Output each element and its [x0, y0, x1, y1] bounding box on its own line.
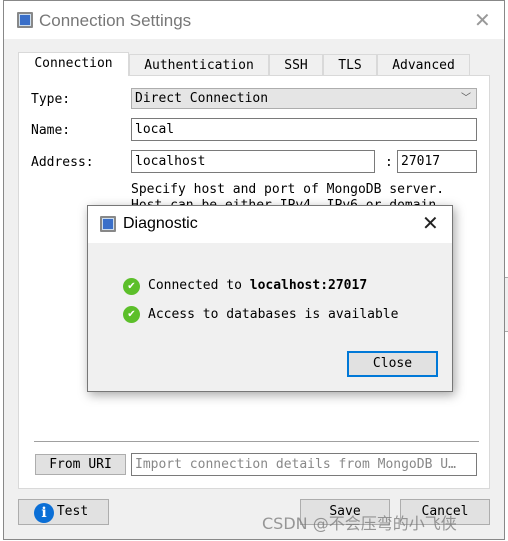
app-icon [17, 12, 33, 28]
check-circle-icon: ✔ [123, 306, 140, 323]
address-label: Address: [31, 155, 94, 170]
from-uri-button[interactable]: From URI [35, 454, 126, 475]
tab-advanced[interactable]: Advanced [377, 54, 470, 76]
app-icon [100, 216, 116, 232]
host-input[interactable]: localhost [131, 150, 375, 173]
port-separator: : [385, 155, 393, 170]
access-message: Access to databases is available [148, 307, 399, 322]
name-input[interactable]: local [131, 118, 477, 141]
tab-ssh[interactable]: SSH [269, 54, 323, 76]
window-title: Connection Settings [39, 11, 192, 30]
title-bar: Connection Settings ✕ [4, 1, 504, 39]
tab-authentication[interactable]: Authentication [129, 54, 269, 76]
connected-prefix: Connected to [148, 278, 250, 293]
watermark: CSDN @不会压弯的小飞侠 [262, 514, 457, 533]
type-label: Type: [31, 92, 71, 107]
help-text-line1: Specify host and port of MongoDB server. [131, 182, 445, 197]
chevron-down-icon: ﹀ [461, 93, 471, 104]
test-button[interactable]: i Test [18, 499, 109, 525]
close-icon[interactable]: ✕ [422, 214, 439, 234]
connected-message: Connected to localhost:27017 [148, 278, 367, 293]
info-icon: i [34, 503, 54, 523]
port-input[interactable]: 27017 [397, 150, 477, 173]
test-label: Test [56, 504, 89, 519]
connected-host: localhost:27017 [249, 278, 368, 293]
tab-tls[interactable]: TLS [323, 54, 377, 76]
tab-connection[interactable]: Connection [18, 52, 129, 76]
diagnostic-title-bar: Diagnostic ✕ [88, 206, 452, 243]
diagnostic-dialog: Diagnostic ✕ ✔ Connected to localhost:27… [87, 205, 453, 392]
uri-input[interactable]: Import connection details from MongoDB U… [131, 453, 477, 476]
close-icon[interactable]: ✕ [474, 11, 491, 31]
check-circle-icon: ✔ [123, 278, 140, 295]
diagnostic-title: Diagnostic [123, 215, 198, 232]
close-button[interactable]: Close [347, 351, 438, 377]
type-value: Direct Connection [135, 91, 269, 106]
separator [34, 441, 479, 442]
type-select[interactable]: Direct Connection ﹀ [131, 88, 477, 109]
name-label: Name: [31, 123, 71, 138]
